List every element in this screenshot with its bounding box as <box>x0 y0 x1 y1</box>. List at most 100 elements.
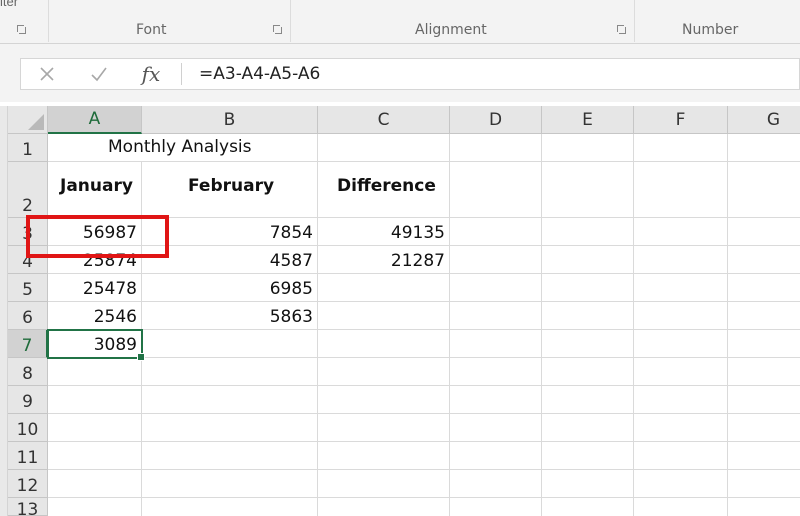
cell-g3[interactable] <box>728 218 800 246</box>
cell-f1[interactable] <box>634 134 728 162</box>
cell-b2-header[interactable]: February <box>142 162 318 218</box>
cell-c12[interactable] <box>318 470 450 498</box>
worksheet-grid[interactable]: A B C D E F G 1 2 3 4 5 6 7 8 9 10 11 12… <box>0 106 800 516</box>
cell-b5[interactable]: 6985 <box>142 274 318 302</box>
cell-b9[interactable] <box>142 386 318 414</box>
cell-d6[interactable] <box>450 302 542 330</box>
row-header-5[interactable]: 5 <box>8 274 48 302</box>
cell-c8[interactable] <box>318 358 450 386</box>
cell-g11[interactable] <box>728 442 800 470</box>
cell-c2-header[interactable]: Difference <box>318 162 450 218</box>
cell-d4[interactable] <box>450 246 542 274</box>
cell-e6[interactable] <box>542 302 634 330</box>
cell-g10[interactable] <box>728 414 800 442</box>
row-header-6[interactable]: 6 <box>8 302 48 330</box>
cell-d10[interactable] <box>450 414 542 442</box>
clipboard-launcher-icon[interactable] <box>16 24 27 35</box>
cell-g9[interactable] <box>728 386 800 414</box>
cell-d3[interactable] <box>450 218 542 246</box>
cell-d9[interactable] <box>450 386 542 414</box>
cell-a9[interactable] <box>48 386 142 414</box>
column-header-c[interactable]: C <box>318 106 450 134</box>
cell-b10[interactable] <box>142 414 318 442</box>
cell-b8[interactable] <box>142 358 318 386</box>
cell-e13[interactable] <box>542 498 634 516</box>
cell-g12[interactable] <box>728 470 800 498</box>
cell-a8[interactable] <box>48 358 142 386</box>
cell-f10[interactable] <box>634 414 728 442</box>
cell-b6[interactable]: 5863 <box>142 302 318 330</box>
insert-function-button[interactable]: fx <box>131 59 171 89</box>
cell-f4[interactable] <box>634 246 728 274</box>
cell-d12[interactable] <box>450 470 542 498</box>
cell-e10[interactable] <box>542 414 634 442</box>
cell-a13[interactable] <box>48 498 142 516</box>
cell-d5[interactable] <box>450 274 542 302</box>
cell-b7[interactable] <box>142 330 318 358</box>
column-header-f[interactable]: F <box>634 106 728 134</box>
cell-c7[interactable] <box>318 330 450 358</box>
cell-e2[interactable] <box>542 162 634 218</box>
cell-f2[interactable] <box>634 162 728 218</box>
cell-g8[interactable] <box>728 358 800 386</box>
cell-g6[interactable] <box>728 302 800 330</box>
cell-e5[interactable] <box>542 274 634 302</box>
cell-e9[interactable] <box>542 386 634 414</box>
cell-b11[interactable] <box>142 442 318 470</box>
cell-e3[interactable] <box>542 218 634 246</box>
cell-e11[interactable] <box>542 442 634 470</box>
row-header-12[interactable]: 12 <box>8 470 48 498</box>
cell-e8[interactable] <box>542 358 634 386</box>
row-header-2[interactable]: 2 <box>8 162 48 218</box>
row-header-8[interactable]: 8 <box>8 358 48 386</box>
row-header-9[interactable]: 9 <box>8 386 48 414</box>
cell-d2[interactable] <box>450 162 542 218</box>
cell-c1[interactable] <box>318 134 450 162</box>
cell-e4[interactable] <box>542 246 634 274</box>
row-header-13[interactable]: 13 <box>8 498 48 516</box>
cell-c4[interactable]: 21287 <box>318 246 450 274</box>
cell-a6[interactable]: 2546 <box>48 302 142 330</box>
column-header-a[interactable]: A <box>48 106 142 134</box>
row-header-11[interactable]: 11 <box>8 442 48 470</box>
cell-b12[interactable] <box>142 470 318 498</box>
cell-f12[interactable] <box>634 470 728 498</box>
column-header-d[interactable]: D <box>450 106 542 134</box>
cell-f8[interactable] <box>634 358 728 386</box>
cell-c3[interactable]: 49135 <box>318 218 450 246</box>
cell-f5[interactable] <box>634 274 728 302</box>
cell-e7[interactable] <box>542 330 634 358</box>
cell-g5[interactable] <box>728 274 800 302</box>
formula-input[interactable]: =A3-A4-A5-A6 <box>199 64 320 84</box>
cell-a12[interactable] <box>48 470 142 498</box>
enter-button[interactable] <box>79 59 119 89</box>
alignment-launcher-icon[interactable] <box>616 24 627 35</box>
cell-c13[interactable] <box>318 498 450 516</box>
cell-e12[interactable] <box>542 470 634 498</box>
cell-c11[interactable] <box>318 442 450 470</box>
cell-f9[interactable] <box>634 386 728 414</box>
cell-d8[interactable] <box>450 358 542 386</box>
cell-g2[interactable] <box>728 162 800 218</box>
cell-a11[interactable] <box>48 442 142 470</box>
select-all-button[interactable] <box>8 106 48 134</box>
cell-g4[interactable] <box>728 246 800 274</box>
cell-a5[interactable]: 25478 <box>48 274 142 302</box>
row-header-10[interactable]: 10 <box>8 414 48 442</box>
row-header-7[interactable]: 7 <box>8 330 48 358</box>
cell-a2-header[interactable]: January <box>48 162 142 218</box>
column-header-b[interactable]: B <box>142 106 318 134</box>
row-header-1[interactable]: 1 <box>8 134 48 162</box>
cell-a10[interactable] <box>48 414 142 442</box>
cell-f3[interactable] <box>634 218 728 246</box>
font-launcher-icon[interactable] <box>272 24 283 35</box>
column-header-e[interactable]: E <box>542 106 634 134</box>
cell-c6[interactable] <box>318 302 450 330</box>
cell-d7[interactable] <box>450 330 542 358</box>
column-header-g[interactable]: G <box>728 106 800 134</box>
cell-f6[interactable] <box>634 302 728 330</box>
cell-g7[interactable] <box>728 330 800 358</box>
cell-d11[interactable] <box>450 442 542 470</box>
cell-e1[interactable] <box>542 134 634 162</box>
cell-g1[interactable] <box>728 134 800 162</box>
